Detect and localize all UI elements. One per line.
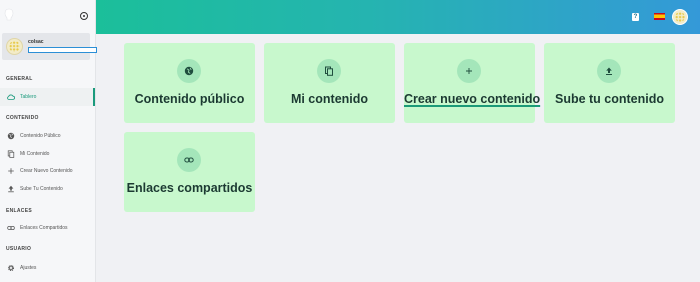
link-icon xyxy=(177,148,201,172)
sidebar-item-mi-contenido[interactable]: Mi Contenido xyxy=(0,145,95,163)
sidebar-item-label: Contenido Público xyxy=(20,133,61,139)
card-mi-contenido[interactable]: Mi contenido xyxy=(264,43,395,123)
card-sube-tu-contenido[interactable]: Sube tu contenido xyxy=(544,43,675,123)
card-contenido-publico[interactable]: Contenido público xyxy=(124,43,255,123)
sidebar-item-sube-tu-contenido[interactable]: Sube Tu Contenido xyxy=(0,180,95,198)
card-title: Enlaces compartidos xyxy=(126,181,253,195)
sidebar-item-contenido-publico[interactable]: Contenido Público xyxy=(0,127,95,145)
sidebar-toggle-icon[interactable] xyxy=(80,12,88,20)
section-enlaces: ENLACES xyxy=(6,208,32,214)
plus-icon xyxy=(457,59,481,83)
logo-icon[interactable] xyxy=(4,8,14,22)
sidebar: colsac GENERAL Tablero CONTENIDO Conteni… xyxy=(0,0,97,282)
spain-flag-icon[interactable] xyxy=(654,13,665,20)
card-title: Crear nuevo contenido xyxy=(404,92,541,106)
sidebar-item-crear-nuevo-contenido[interactable]: Crear Nuevo Contenido xyxy=(0,162,95,180)
sidebar-item-label: Sube Tu Contenido xyxy=(20,186,63,192)
section-contenido: CONTENIDO xyxy=(6,115,39,121)
cloud-icon xyxy=(6,93,15,102)
avatar xyxy=(6,38,23,55)
card-enlaces-compartidos[interactable]: Enlaces compartidos xyxy=(124,132,255,212)
globe-icon xyxy=(6,132,15,141)
sidebar-item-tablero[interactable]: Tablero xyxy=(0,88,95,106)
gear-icon xyxy=(6,264,15,273)
section-usuario: USUARIO xyxy=(6,246,32,252)
header-avatar[interactable] xyxy=(672,9,688,25)
sidebar-item-label: Enlaces Compartidos xyxy=(20,225,68,231)
link-icon xyxy=(6,224,15,233)
help-icon[interactable]: ? xyxy=(632,13,639,21)
sidebar-item-label: Mi Contenido xyxy=(20,151,50,157)
sidebar-item-ajustes[interactable]: Ajustes xyxy=(0,259,95,277)
copy-icon xyxy=(317,59,341,83)
card-title: Mi contenido xyxy=(290,92,369,106)
sidebar-top xyxy=(0,0,95,32)
globe-icon xyxy=(177,59,201,83)
card-title: Contenido público xyxy=(134,92,245,106)
card-title: Sube tu contenido xyxy=(554,92,665,106)
sidebar-item-label: Crear Nuevo Contenido xyxy=(20,168,73,174)
sidebar-item-label: Ajustes xyxy=(20,265,37,271)
user-email-field xyxy=(28,47,97,53)
upload-icon xyxy=(6,185,15,194)
username: colsac xyxy=(28,39,44,45)
sidebar-item-label: Tablero xyxy=(20,94,37,100)
copy-icon xyxy=(6,150,15,159)
sidebar-item-enlaces-compartidos[interactable]: Enlaces Compartidos xyxy=(0,219,95,237)
section-general: GENERAL xyxy=(6,76,33,82)
top-header: ? xyxy=(96,0,700,34)
upload-icon xyxy=(597,59,621,83)
plus-icon xyxy=(6,167,15,176)
card-crear-nuevo-contenido[interactable]: Crear nuevo contenido xyxy=(404,43,541,123)
user-card[interactable]: colsac xyxy=(2,33,97,60)
